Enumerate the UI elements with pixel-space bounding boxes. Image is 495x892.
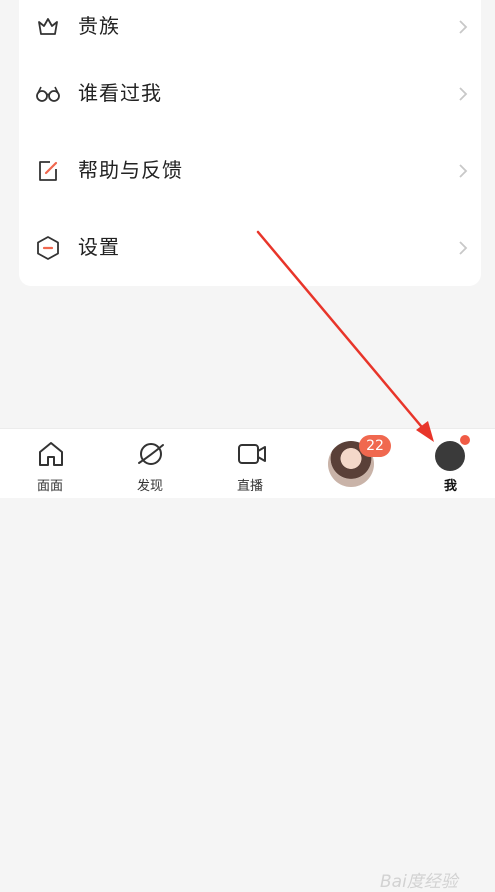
tab-label: 直播 — [237, 479, 264, 494]
me-avatar-icon — [435, 441, 465, 471]
tab-label: 发现 — [137, 479, 164, 494]
menu-item-label: 谁看过我 — [78, 81, 162, 105]
chevron-right-icon — [459, 241, 468, 255]
chevron-right-icon — [459, 164, 468, 178]
menu-item-label: 帮助与反馈 — [78, 158, 183, 182]
settings-hexagon-icon — [37, 236, 59, 260]
menu-item-label: 设置 — [78, 235, 120, 259]
planet-icon — [138, 443, 164, 465]
tab-label: 面面 — [37, 479, 64, 494]
glasses-icon — [36, 86, 60, 102]
tab-discover[interactable]: 发现 — [130, 429, 174, 498]
notification-dot — [460, 435, 470, 445]
message-count-badge: 22 — [359, 435, 391, 457]
tab-home[interactable]: 面面 — [30, 429, 74, 498]
home-icon — [39, 442, 63, 466]
watermark: Bai度经验 — [380, 872, 458, 892]
menu-item-settings[interactable]: 设置 — [19, 209, 481, 286]
edit-feedback-icon — [39, 161, 58, 181]
settings-menu-card: 贵族 谁看过我 帮助与反馈 设置 — [19, 0, 481, 286]
crown-icon — [38, 18, 58, 35]
menu-item-visitors[interactable]: 谁看过我 — [19, 55, 481, 132]
tab-label: 我 — [444, 479, 458, 494]
chevron-right-icon — [459, 87, 468, 101]
video-camera-icon — [238, 444, 266, 464]
bottom-tab-bar: 面面 发现 直播 22 Bai度经验 我 — [0, 428, 495, 892]
chevron-right-icon — [459, 20, 468, 34]
tab-live[interactable]: 直播 — [230, 429, 274, 498]
menu-item-help-feedback[interactable]: 帮助与反馈 — [19, 132, 481, 209]
